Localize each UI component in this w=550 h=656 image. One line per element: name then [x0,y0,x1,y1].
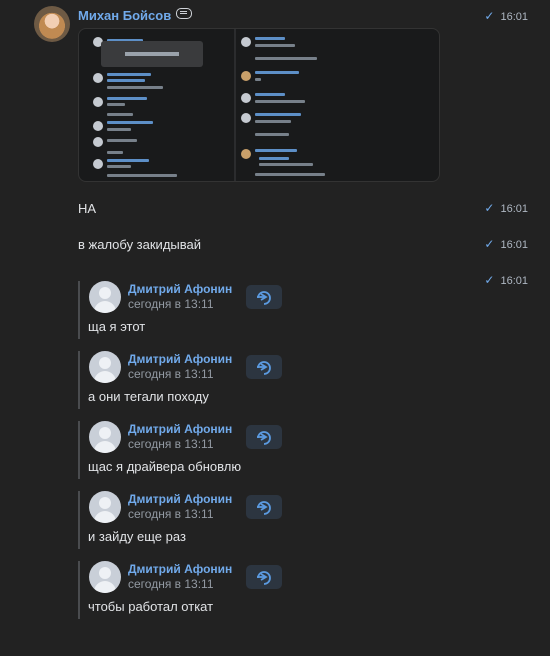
message-time: ✓ 16:01 [484,9,528,23]
forward-date[interactable]: сегодня в 13:11 [128,297,214,311]
forward-text: ща я этот [88,319,146,334]
forwarded-message: Дмитрий Афонин сегодня в 13:11 щас я дра… [78,421,282,479]
forwarded-message: Дмитрий Афонин сегодня в 13:11 а они тег… [78,351,282,409]
screenshot-divider [234,29,236,181]
forward-time: ✓ 16:01 [484,273,528,287]
forwarded-message: Дмитрий Афонин сегодня в 13:11 и зайду е… [78,491,282,549]
author-name-text[interactable]: Михан Бойсов [78,8,171,23]
check-icon: ✓ [484,9,495,23]
forwarded-message: Дмитрий Афонин сегодня в 13:11 ща я этот [78,281,282,339]
avatar[interactable] [89,491,121,523]
forward-date[interactable]: сегодня в 13:11 [128,367,214,381]
forward-text: чтобы работал откат [88,599,214,614]
share-arrow-icon[interactable] [246,495,282,519]
forward-date[interactable]: сегодня в 13:11 [128,437,214,451]
forward-date[interactable]: сегодня в 13:11 [128,507,214,521]
status-emoji-icon [176,8,193,19]
avatar[interactable] [89,421,121,453]
check-icon: ✓ [484,237,495,251]
message-text-1: НА [78,201,97,216]
message-text-2: в жалобу закидывай [78,237,201,252]
share-arrow-icon[interactable] [246,565,282,589]
share-arrow-icon[interactable] [246,425,282,449]
message-time-1: ✓ 16:01 [484,201,528,215]
forward-author[interactable]: Дмитрий Афонин [128,282,232,296]
avatar[interactable] [89,281,121,313]
screenshot-inner-box [101,41,203,67]
message-time-2: ✓ 16:01 [484,237,528,251]
check-icon: ✓ [484,273,495,287]
share-arrow-icon[interactable] [246,285,282,309]
avatar[interactable] [34,6,70,42]
forward-text: и зайду еще раз [88,529,186,544]
forward-author[interactable]: Дмитрий Афонин [128,352,232,366]
screenshot-attachment[interactable] [78,28,440,182]
check-icon: ✓ [484,201,495,215]
forward-date[interactable]: сегодня в 13:11 [128,577,214,591]
forward-author[interactable]: Дмитрий Афонин [128,562,232,576]
avatar[interactable] [89,561,121,593]
forwarded-message: Дмитрий Афонин сегодня в 13:11 чтобы раб… [78,561,282,619]
share-arrow-icon[interactable] [246,355,282,379]
forward-text: щас я драйвера обновлю [88,459,242,474]
author-name[interactable]: Михан Бойсов [78,8,193,23]
avatar[interactable] [89,351,121,383]
forward-author[interactable]: Дмитрий Афонин [128,422,232,436]
forward-text: а они тегали походу [88,389,209,404]
forward-author[interactable]: Дмитрий Афонин [128,492,232,506]
